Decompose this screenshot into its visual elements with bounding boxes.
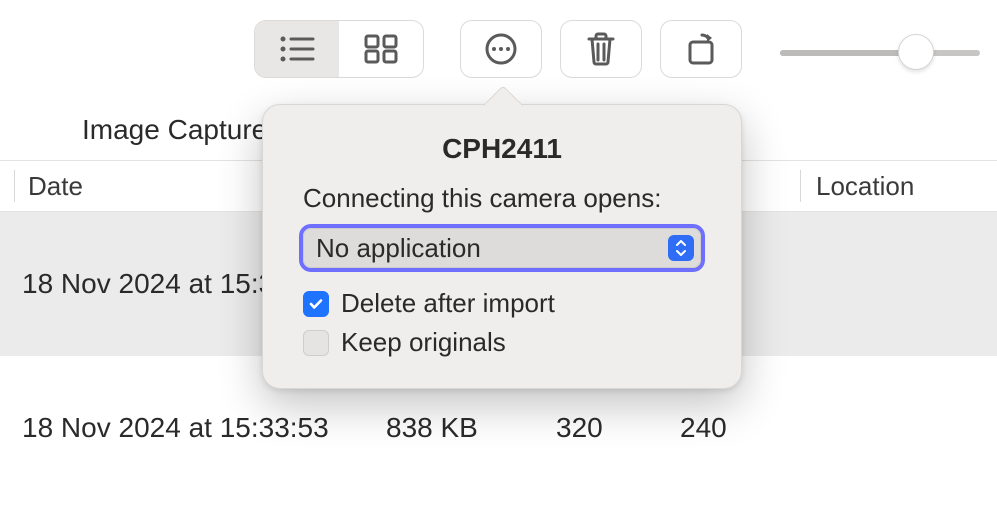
slider-thumb[interactable] bbox=[898, 34, 934, 70]
keep-originals-checkbox[interactable] bbox=[303, 330, 329, 356]
cell-height: 240 bbox=[680, 412, 727, 444]
list-icon bbox=[277, 34, 317, 64]
application-select-wrap: No application bbox=[299, 224, 705, 272]
cell-width: 320 bbox=[556, 412, 603, 444]
connecting-opens-label: Connecting this camera opens: bbox=[303, 183, 741, 214]
delete-button[interactable] bbox=[560, 20, 642, 78]
delete-after-import-label: Delete after import bbox=[341, 288, 555, 319]
list-view-button[interactable] bbox=[255, 21, 339, 77]
delete-after-import-row: Delete after import bbox=[303, 288, 741, 319]
grid-icon bbox=[364, 34, 398, 64]
keep-originals-label: Keep originals bbox=[341, 327, 506, 358]
keep-originals-row: Keep originals bbox=[303, 327, 741, 358]
application-select-value: No application bbox=[316, 233, 481, 264]
rotate-icon bbox=[683, 32, 719, 66]
thumbnail-size-slider[interactable] bbox=[780, 44, 980, 64]
cell-date: 18 Nov 2024 at 15:3 bbox=[22, 268, 274, 300]
rotate-button[interactable] bbox=[660, 20, 742, 78]
column-header-date[interactable]: Date bbox=[28, 171, 83, 202]
more-icon bbox=[484, 32, 518, 66]
cell-size: 838 KB bbox=[386, 412, 478, 444]
grid-view-button[interactable] bbox=[339, 21, 423, 77]
application-select[interactable]: No application bbox=[303, 228, 701, 268]
popover-title: CPH2411 bbox=[263, 133, 741, 165]
trash-icon bbox=[585, 31, 617, 67]
more-options-button[interactable] bbox=[460, 20, 542, 78]
cell-date: 18 Nov 2024 at 15:33:53 bbox=[22, 412, 329, 444]
slider-track bbox=[780, 50, 980, 56]
view-mode-group bbox=[254, 20, 424, 78]
toolbar bbox=[0, 0, 997, 100]
focus-ring: No application bbox=[299, 224, 705, 272]
delete-after-import-checkbox[interactable] bbox=[303, 291, 329, 317]
updown-caret-icon bbox=[668, 235, 694, 261]
column-header-location[interactable]: Location bbox=[816, 171, 914, 202]
device-options-popover: CPH2411 Connecting this camera opens: No… bbox=[262, 104, 742, 389]
app-title: Image Capture bbox=[82, 114, 267, 146]
